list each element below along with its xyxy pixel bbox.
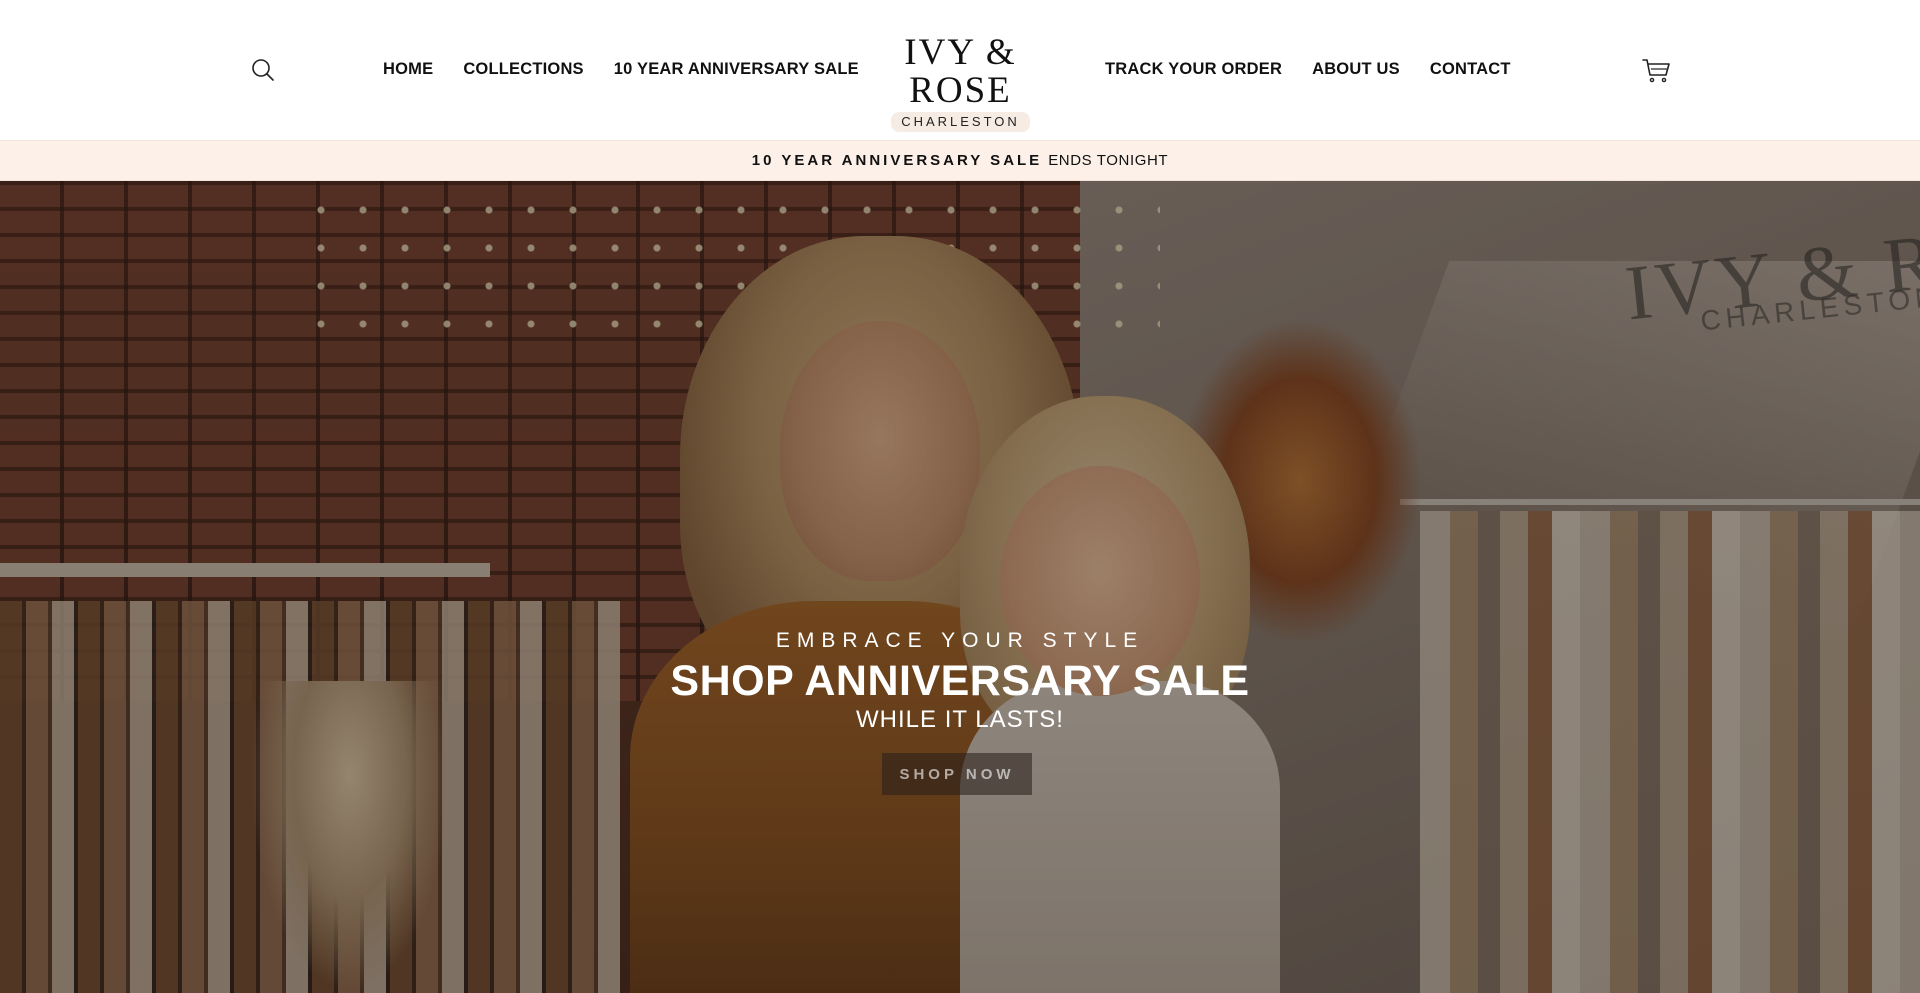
cart-icon [1642, 59, 1670, 83]
hero-subtitle: WHILE IT LASTS! [856, 706, 1064, 733]
search-icon [252, 59, 274, 81]
primary-nav-right: TRACK YOUR ORDER ABOUT US CONTACT [1105, 60, 1541, 79]
nav-link-home[interactable]: HOME [383, 60, 433, 79]
site-logo[interactable]: IVY & ROSE CHARLESTON [858, 34, 1063, 132]
site-header: HOME COLLECTIONS 10 YEAR ANNIVERSARY SAL… [0, 0, 1920, 140]
shop-now-button[interactable]: SHOP NOW [882, 753, 1032, 795]
nav-link-anniversary-sale[interactable]: 10 YEAR ANNIVERSARY SALE [614, 60, 859, 79]
logo-title: IVY & ROSE [904, 32, 1017, 111]
hero-banner: IVY & RO CHARLESTON EMBRACE YOUR STYLE S… [0, 181, 1920, 993]
primary-nav-left: HOME COLLECTIONS 10 YEAR ANNIVERSARY SAL… [383, 60, 889, 79]
nav-link-about-us[interactable]: ABOUT US [1312, 60, 1400, 79]
cart-button[interactable] [1641, 56, 1671, 84]
announcement-bold-text: 10 YEAR ANNIVERSARY SALE [751, 152, 1043, 169]
nav-link-track-order[interactable]: TRACK YOUR ORDER [1105, 60, 1282, 79]
logo-subtitle: CHARLESTON [891, 112, 1030, 132]
nav-link-contact[interactable]: CONTACT [1430, 60, 1511, 79]
hero-content: EMBRACE YOUR STYLE SHOP ANNIVERSARY SALE… [0, 181, 1920, 993]
hero-eyebrow: EMBRACE YOUR STYLE [775, 629, 1145, 652]
announcement-text: ENDS TONIGHT [1048, 152, 1169, 169]
nav-link-collections[interactable]: COLLECTIONS [463, 60, 583, 79]
search-button[interactable] [250, 57, 276, 83]
hero-title: SHOP ANNIVERSARY SALE [670, 657, 1250, 705]
announcement-bar[interactable]: 10 YEAR ANNIVERSARY SALE ENDS TONIGHT [0, 140, 1920, 181]
